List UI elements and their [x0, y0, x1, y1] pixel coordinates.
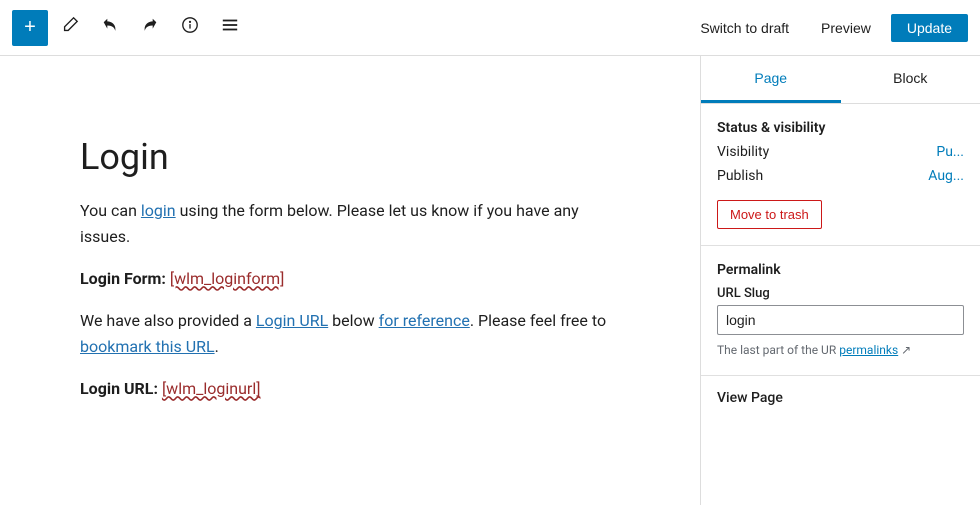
url-slug-input[interactable] [717, 305, 964, 335]
url-slug-label: URL Slug [717, 286, 964, 301]
redo-button[interactable] [132, 10, 168, 46]
intro-paragraph: You can login using the form below. Plea… [80, 198, 620, 249]
status-visibility-section: Status & visibility Visibility Pu... Pub… [701, 104, 980, 246]
pen-icon [61, 16, 79, 39]
switch-to-draft-button[interactable]: Switch to draft [688, 14, 801, 42]
editor-area: Login You can login using the form below… [0, 56, 700, 505]
publish-value[interactable]: Aug... [928, 168, 964, 184]
page-title[interactable]: Login [80, 136, 620, 178]
list-icon [221, 16, 239, 39]
toolbar-right: Switch to draft Preview Update [688, 14, 968, 42]
bookmark-link: bookmark this URL [80, 337, 215, 356]
login-link[interactable]: login [141, 201, 176, 220]
login-url-block: Login URL: [wlm_loginurl] [80, 379, 620, 398]
permalink-description: The last part of the UR permalinks ↗ [717, 341, 964, 359]
tools-button[interactable] [52, 10, 88, 46]
login-form-block: Login Form: [wlm_loginform] [80, 269, 620, 288]
tab-block[interactable]: Block [841, 56, 980, 103]
info-button[interactable] [172, 10, 208, 46]
undo-icon [101, 16, 119, 39]
sidebar-tabs: Page Block [701, 56, 980, 104]
login-form-label: Login Form: [80, 269, 166, 288]
publish-row: Publish Aug... [717, 168, 964, 184]
publish-label: Publish [717, 168, 763, 184]
visibility-row: Visibility Pu... [717, 144, 964, 160]
main-layout: Login You can login using the form below… [0, 56, 980, 505]
sidebar: Page Block Status & visibility Visibilit… [700, 56, 980, 505]
editor-content: Login You can login using the form below… [80, 136, 620, 398]
login-url-link-text: Login URL [256, 311, 328, 330]
tab-page[interactable]: Page [701, 56, 841, 103]
login-url-label: Login URL: [80, 379, 158, 398]
status-visibility-title: Status & visibility [717, 120, 964, 136]
permalink-section: Permalink URL Slug The last part of the … [701, 246, 980, 376]
toolbar: + [0, 0, 980, 56]
redo-icon [141, 16, 159, 39]
info-icon [181, 16, 199, 39]
visibility-label: Visibility [717, 144, 769, 160]
external-link-icon: ↗ [901, 343, 911, 357]
view-page-link[interactable]: View Page [701, 376, 980, 420]
move-to-trash-button[interactable]: Move to trash [717, 200, 822, 229]
undo-button[interactable] [92, 10, 128, 46]
add-icon: + [24, 16, 36, 39]
login-url-shortcode: [wlm_loginurl] [162, 379, 261, 398]
update-button[interactable]: Update [891, 14, 968, 42]
list-view-button[interactable] [212, 10, 248, 46]
visibility-value[interactable]: Pu... [936, 144, 964, 160]
for-reference-link: for reference [379, 311, 470, 330]
add-block-button[interactable]: + [12, 10, 48, 46]
login-form-shortcode: [wlm_loginform] [170, 269, 285, 288]
url-paragraph: We have also provided a Login URL below … [80, 308, 620, 359]
permalink-title: Permalink [717, 262, 964, 278]
permalinks-link[interactable]: permalinks [839, 343, 898, 357]
preview-button[interactable]: Preview [809, 14, 883, 42]
toolbar-left: + [12, 10, 688, 46]
